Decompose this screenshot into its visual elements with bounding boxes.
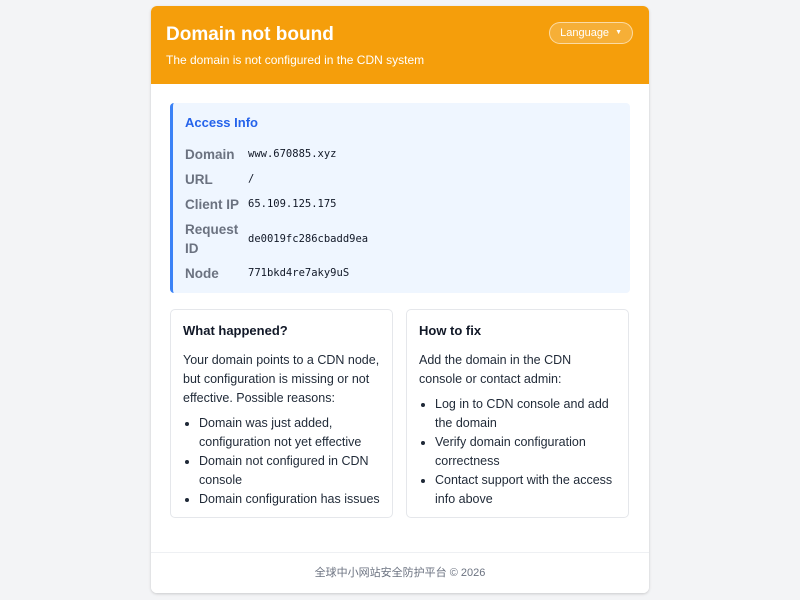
access-info-title: Access Info bbox=[185, 115, 258, 130]
reasons-list: Domain was just added, configuration not… bbox=[183, 414, 380, 509]
list-item: Contact support with the access info abo… bbox=[435, 471, 616, 509]
caret-down-icon: ▼ bbox=[615, 29, 622, 36]
what-happened-box: What happened? Your domain points to a C… bbox=[170, 309, 393, 518]
info-value: 65.109.125.175 bbox=[248, 198, 337, 210]
access-info-panel: Access Info Domain www.670885.xyz URL / … bbox=[170, 103, 630, 293]
info-value: / bbox=[248, 173, 255, 185]
info-label: Client IP bbox=[185, 197, 240, 212]
info-label: Node bbox=[185, 266, 219, 281]
info-value: www.670885.xyz bbox=[248, 148, 337, 160]
how-to-fix-text: Add the domain in the CDN console or con… bbox=[419, 353, 572, 386]
info-label: URL bbox=[185, 172, 213, 187]
language-button[interactable]: Language ▼ bbox=[549, 22, 633, 44]
list-item: Log in to CDN console and add the domain bbox=[435, 395, 616, 433]
footer: 全球中小网站安全防护平台 © 2026 bbox=[151, 552, 649, 593]
info-label: Domain bbox=[185, 147, 235, 162]
list-item: Domain was just added, configuration not… bbox=[199, 414, 380, 452]
list-item: Domain not configured in CDN console bbox=[199, 452, 380, 490]
page-header: Domain not bound The domain is not confi… bbox=[151, 6, 649, 84]
list-item: Domain configuration has issues bbox=[199, 490, 380, 509]
footer-text: 全球中小网站安全防护平台 © 2026 bbox=[314, 567, 486, 579]
page-title: Domain not bound bbox=[166, 24, 334, 45]
info-label: Request ID bbox=[185, 222, 239, 256]
fix-steps-list: Log in to CDN console and add the domain… bbox=[419, 395, 616, 509]
how-to-fix-box: How to fix Add the domain in the CDN con… bbox=[406, 309, 629, 518]
what-happened-title: What happened? bbox=[183, 323, 288, 338]
page-subtitle: The domain is not configured in the CDN … bbox=[166, 53, 425, 67]
info-value: 771bkd4re7aky9uS bbox=[248, 267, 350, 279]
info-value: de0019fc286cbadd9ea bbox=[248, 233, 369, 245]
language-button-label: Language bbox=[560, 27, 610, 39]
what-happened-text: Your domain points to a CDN node, but co… bbox=[183, 353, 380, 405]
error-card: Domain not bound The domain is not confi… bbox=[151, 6, 649, 593]
list-item: Verify domain configuration correctness bbox=[435, 433, 616, 471]
how-to-fix-title: How to fix bbox=[419, 323, 482, 338]
